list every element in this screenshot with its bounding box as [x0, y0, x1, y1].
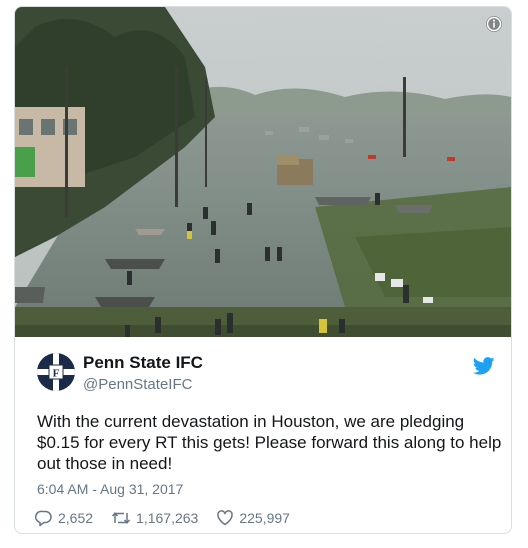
reply-count: 2,652	[58, 510, 94, 526]
tweet-text: With the current devastation in Houston,…	[37, 412, 502, 473]
tweet-card: F Penn State IFC @PennStateIFC With the …	[14, 6, 512, 534]
retweet-action[interactable]: 1,167,263	[111, 509, 198, 527]
tweet-timestamp[interactable]: 6:04 AM - Aug 31, 2017	[37, 481, 183, 497]
flood-photo[interactable]	[15, 7, 511, 337]
heart-icon	[217, 510, 234, 526]
display-name[interactable]: Penn State IFC	[83, 353, 203, 373]
retweet-icon	[111, 512, 131, 524]
like-action[interactable]: 225,997	[216, 509, 290, 527]
avatar-letter: F	[53, 368, 60, 380]
reply-action[interactable]: 2,652	[35, 509, 93, 527]
tweet-header: F Penn State IFC @PennStateIFC	[37, 351, 497, 399]
retweet-count: 1,167,263	[136, 510, 199, 526]
reply-icon	[35, 510, 52, 527]
twitter-bird-icon[interactable]	[473, 357, 495, 375]
info-icon[interactable]	[485, 15, 503, 33]
avatar[interactable]: F	[37, 353, 75, 391]
avatar-logo-icon: F	[37, 353, 75, 391]
like-count: 225,997	[239, 510, 290, 526]
tweet-actions: 2,652 1,167,263 225,997	[35, 507, 308, 529]
user-handle[interactable]: @PennStateIFC	[83, 376, 192, 393]
